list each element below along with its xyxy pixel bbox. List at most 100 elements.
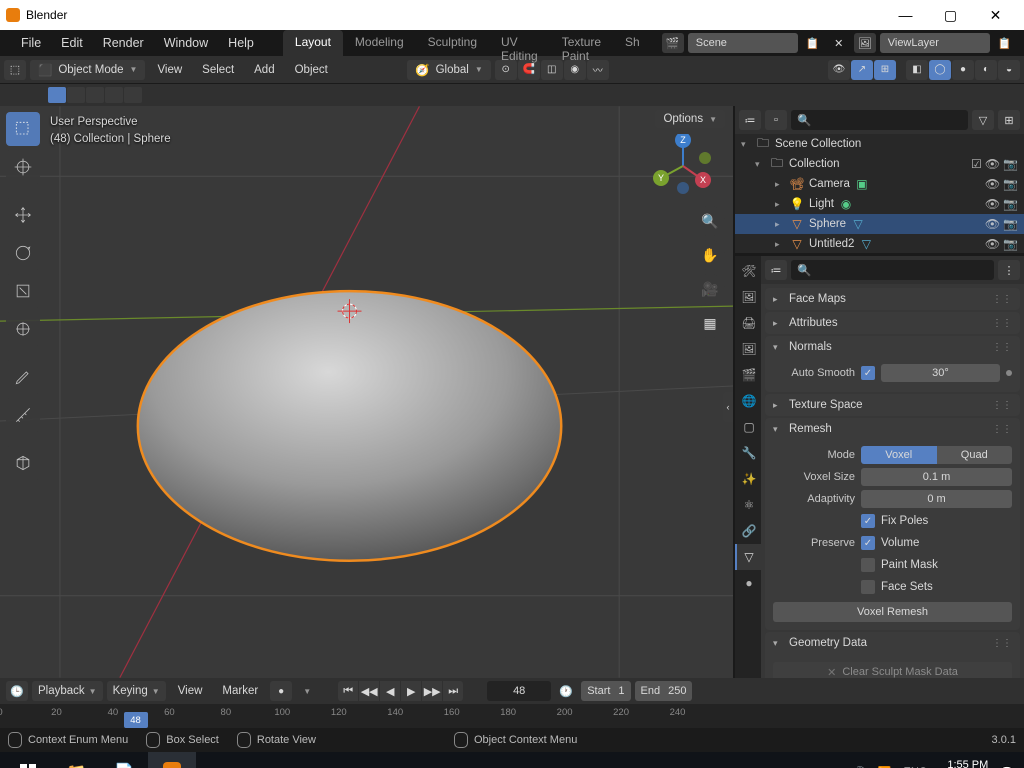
scene-browse-icon[interactable]: 🎬	[662, 33, 684, 53]
tab-data-icon[interactable]: ▽	[735, 544, 761, 570]
disclosure-icon[interactable]: ▸	[775, 239, 785, 250]
drag-icon[interactable]: ⋮⋮	[992, 294, 1012, 305]
mode-voxel[interactable]: Voxel	[861, 446, 937, 464]
shading-wireframe[interactable]: ◯	[929, 60, 951, 80]
outliner-scene-collection[interactable]: ▾ 🗀 Scene Collection	[735, 134, 1024, 154]
viewport-options[interactable]: Options ▼	[655, 110, 725, 128]
play-reverse-icon[interactable]: ◀	[380, 681, 400, 701]
playback-menu[interactable]: Playback▼	[32, 681, 103, 701]
voxel-remesh-button[interactable]: Voxel Remesh	[773, 602, 1012, 622]
menu-file[interactable]: File	[12, 33, 50, 53]
menu-window[interactable]: Window	[155, 33, 217, 53]
outliner-search[interactable]: 🔍	[791, 110, 968, 130]
perspective-toggle-icon[interactable]: ▦	[695, 308, 725, 338]
disclosure-icon[interactable]: ▸	[775, 179, 785, 190]
eye-icon[interactable]: 👁	[985, 197, 1000, 211]
file-explorer-icon[interactable]: 📁	[52, 752, 100, 768]
eye-icon[interactable]: 👁	[985, 177, 1000, 191]
camera-icon[interactable]: 📷	[1003, 217, 1018, 231]
scene-new-icon[interactable]: 📋	[802, 33, 824, 53]
viewlayer-browse-icon[interactable]: 🖼	[854, 33, 876, 53]
prev-key-icon[interactable]: ◀◀	[359, 681, 379, 701]
drag-icon[interactable]: ⋮⋮	[992, 318, 1012, 329]
blender-taskbar-icon[interactable]	[148, 752, 196, 768]
outliner-item-sphere[interactable]: ▸ ▽ Sphere ▽ 👁📷	[735, 214, 1024, 234]
header-select[interactable]: Select	[194, 62, 242, 78]
nav-gizmo[interactable]: Z Y X	[651, 134, 715, 198]
preserve-face-sets-checkbox[interactable]	[861, 580, 875, 594]
playhead[interactable]: 48	[124, 712, 148, 728]
outliner-item-untitled2[interactable]: ▸ ▽ Untitled2 ▽ 👁📷	[735, 234, 1024, 253]
tool-move[interactable]	[6, 198, 40, 232]
auto-smooth-checkbox[interactable]: ✓	[861, 366, 875, 380]
orientation-select[interactable]: 🧭 Global ▼	[407, 60, 491, 80]
close-button[interactable]: ✕	[973, 0, 1018, 30]
tab-material-icon[interactable]: ●	[735, 570, 761, 596]
selmode-5[interactable]	[124, 87, 142, 103]
jump-end-icon[interactable]: ⏭	[443, 681, 463, 701]
xray-toggle[interactable]: ◧	[906, 60, 928, 80]
tool-annotate[interactable]	[6, 360, 40, 394]
shading-rendered[interactable]: ◒	[998, 60, 1020, 80]
tab-output-icon[interactable]: 🖨	[735, 310, 761, 336]
clock[interactable]: 1:55 PM 6/24/2022	[939, 759, 988, 768]
timeline-ruler[interactable]: 02040486080100120140160180200220240	[0, 704, 1024, 728]
viewlayer-delete-icon[interactable]: ✕	[1020, 33, 1024, 53]
disclosure-icon[interactable]: ▸	[775, 199, 785, 210]
tab-constraints-icon[interactable]: 🔗	[735, 518, 761, 544]
outliner-collection[interactable]: ▾ 🗀 Collection ☑👁📷	[735, 154, 1024, 174]
snap-target-icon[interactable]: ◫	[541, 60, 563, 80]
viewlayer-name-field[interactable]: ViewLayer	[880, 33, 990, 53]
disclosure-icon[interactable]: ▸	[775, 219, 785, 230]
adaptivity-field[interactable]: 0 m	[861, 490, 1012, 508]
tab-physics-icon[interactable]: ⚛	[735, 492, 761, 518]
camera-icon[interactable]: 📷	[1003, 177, 1018, 191]
camera-icon[interactable]: 📷	[1003, 197, 1018, 211]
tab-object-icon[interactable]: ▢	[735, 414, 761, 440]
eye-icon[interactable]: 👁	[985, 157, 1000, 171]
props-editor-icon[interactable]: ≔	[765, 260, 787, 280]
outliner-display-mode-icon[interactable]: ▫	[765, 110, 787, 130]
tab-tool-icon[interactable]: 🛠	[735, 258, 761, 284]
panel-header-geometry-data[interactable]: ▾Geometry Data⋮⋮	[765, 632, 1020, 654]
tool-scale[interactable]	[6, 274, 40, 308]
pan-icon[interactable]: ✋	[695, 240, 725, 270]
start-button[interactable]	[4, 752, 52, 768]
tab-particles-icon[interactable]: ✨	[735, 466, 761, 492]
sphere-object[interactable]	[138, 291, 561, 561]
tool-transform[interactable]	[6, 312, 40, 346]
shading-material[interactable]: ◐	[975, 60, 997, 80]
current-frame-field[interactable]: 48	[487, 681, 551, 701]
menu-render[interactable]: Render	[94, 33, 153, 53]
tab-uv-editing[interactable]: UV Editing	[489, 30, 550, 56]
auto-smooth-angle[interactable]: 30°	[881, 364, 1000, 382]
timeline-view[interactable]: View	[170, 683, 211, 699]
overlay-toggle[interactable]: ⊞	[874, 60, 896, 80]
shading-solid[interactable]: ●	[952, 60, 974, 80]
clear-sculpt-mask-button[interactable]: ✕ Clear Sculpt Mask Data	[773, 662, 1012, 678]
header-add[interactable]: Add	[246, 62, 282, 78]
visibility-icon[interactable]: 👁	[828, 60, 850, 80]
scene-name-field[interactable]: Scene	[688, 33, 798, 53]
play-icon[interactable]: ▶	[401, 681, 421, 701]
gizmo-toggle[interactable]: ↗	[851, 60, 873, 80]
tab-render-icon[interactable]: 🖼	[735, 284, 761, 310]
minimize-button[interactable]: —	[883, 0, 928, 30]
camera-view-icon[interactable]: 🎥	[695, 274, 725, 304]
tool-select-box[interactable]	[6, 112, 40, 146]
tool-rotate[interactable]	[6, 236, 40, 270]
auto-key-menu-icon[interactable]: ▼	[296, 681, 318, 701]
start-frame-field[interactable]: Start1	[581, 681, 630, 701]
tab-shading[interactable]: Sh	[613, 30, 652, 56]
end-frame-field[interactable]: End250	[635, 681, 693, 701]
props-options-icon[interactable]: ⋮	[998, 260, 1020, 280]
tab-sculpting[interactable]: Sculpting	[416, 30, 489, 56]
disclosure-icon[interactable]: ▾	[741, 139, 751, 150]
tab-viewlayer-icon[interactable]: 🖼	[735, 336, 761, 362]
tool-cursor[interactable]	[6, 150, 40, 184]
drag-icon[interactable]: ⋮⋮	[992, 424, 1012, 435]
properties-search[interactable]: 🔍	[791, 260, 994, 280]
menu-edit[interactable]: Edit	[52, 33, 92, 53]
viewport-3d[interactable]: User Perspective (48) Collection | Spher…	[0, 106, 734, 678]
panel-header-normals[interactable]: ▾Normals⋮⋮	[765, 336, 1020, 358]
